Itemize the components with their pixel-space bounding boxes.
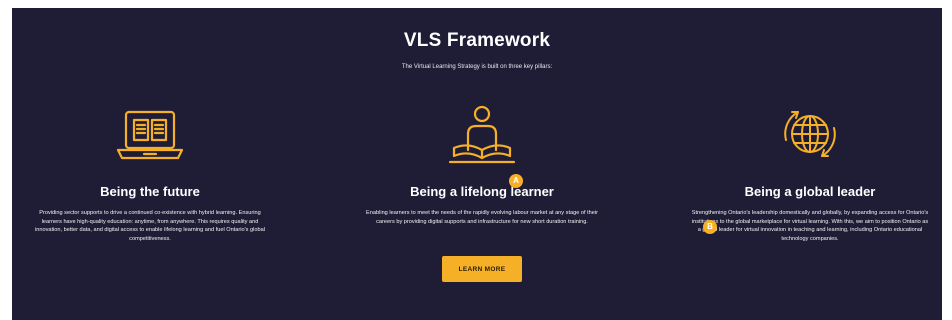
pillar-being-a-global-leader: Being a global leader Strengthening Onta… [690, 104, 930, 242]
pillar-being-the-future: Being the future Providing sector suppor… [30, 104, 270, 242]
pillar-description: Enabling learners to meet the needs of t… [366, 210, 598, 225]
marker-a-badge: A [509, 174, 523, 188]
person-reading-icon [448, 105, 516, 164]
pillar-title: Being a global leader [744, 184, 876, 199]
section-title: VLS Framework [403, 30, 551, 51]
learn-more-button[interactable]: LEARN MORE [442, 256, 522, 282]
globe-icon [784, 111, 836, 157]
pillar-description: Strengthening Ontario's leadership domes… [691, 210, 929, 242]
pillar-title: Being a lifelong learner [410, 184, 554, 199]
laptop-book-icon [116, 110, 184, 160]
section-subtitle: The Virtual Learning Strategy is built o… [401, 64, 553, 70]
pillar-description: Providing sector supports to drive a con… [35, 210, 265, 242]
pillar-being-a-lifelong-learner: Being a lifelong learner Enabling learne… [362, 104, 602, 225]
pillar-title: Being the future [100, 184, 200, 199]
vls-framework-section: VLS Framework The Virtual Learning Strat… [12, 8, 942, 320]
marker-b-badge: B [703, 220, 717, 234]
